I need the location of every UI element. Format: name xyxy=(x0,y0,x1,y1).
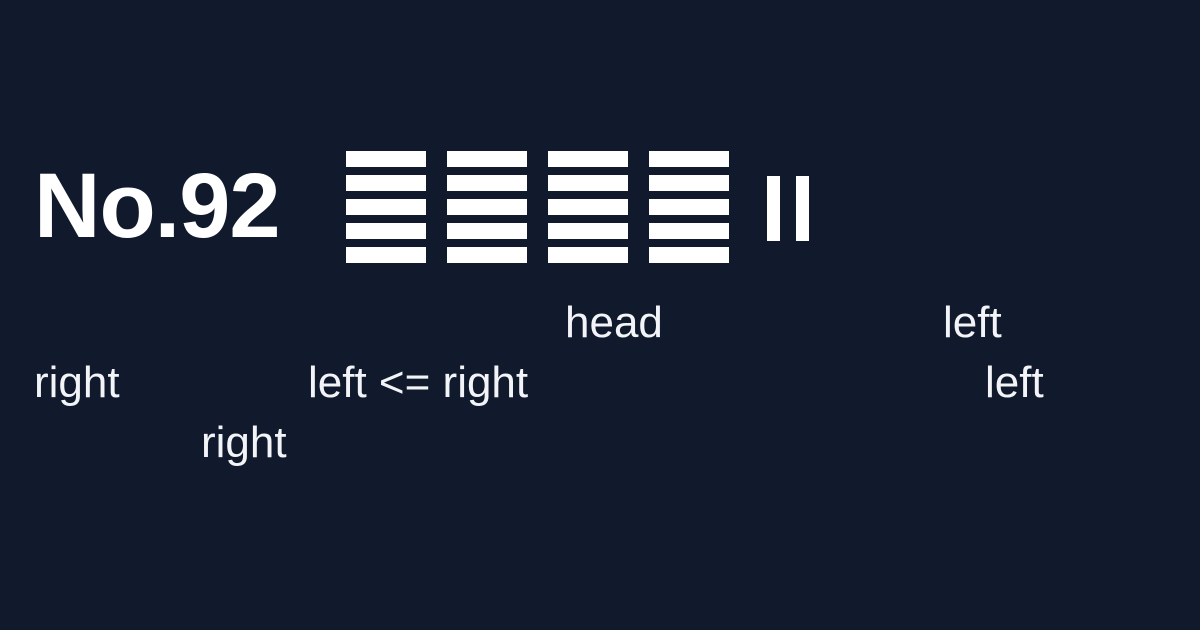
word-condition: left <= right xyxy=(308,358,529,407)
pause-bars-icon xyxy=(767,176,809,241)
bar-4 xyxy=(447,223,527,239)
bar-1 xyxy=(548,151,628,167)
bar-3 xyxy=(346,199,426,215)
bar-5 xyxy=(447,247,527,263)
bar-4 xyxy=(548,223,628,239)
bar-3 xyxy=(548,199,628,215)
bar-4 xyxy=(649,223,729,239)
word-right-2: right xyxy=(201,418,287,467)
word-left-top: left xyxy=(943,298,1002,347)
bar-1 xyxy=(649,151,729,167)
bar-2 xyxy=(447,175,527,191)
word-head: head xyxy=(565,298,663,347)
bar-5 xyxy=(649,247,729,263)
bar-5 xyxy=(548,247,628,263)
bars-icon-2 xyxy=(447,151,527,263)
bar-4 xyxy=(346,223,426,239)
bar-1 xyxy=(447,151,527,167)
bars-icon-3 xyxy=(548,151,628,263)
bar-2 xyxy=(649,175,729,191)
bar-3 xyxy=(649,199,729,215)
bar-2 xyxy=(548,175,628,191)
bars-icon-1 xyxy=(346,151,426,263)
pause-bar-right xyxy=(796,176,809,241)
bars-icon-4 xyxy=(649,151,729,263)
word-left-mid: left xyxy=(985,358,1044,407)
pause-bar-left xyxy=(767,176,780,241)
bar-1 xyxy=(346,151,426,167)
word-right-1: right xyxy=(34,358,120,407)
bar-3 xyxy=(447,199,527,215)
bar-2 xyxy=(346,175,426,191)
bar-5 xyxy=(346,247,426,263)
problem-number: No.92 xyxy=(34,155,281,257)
